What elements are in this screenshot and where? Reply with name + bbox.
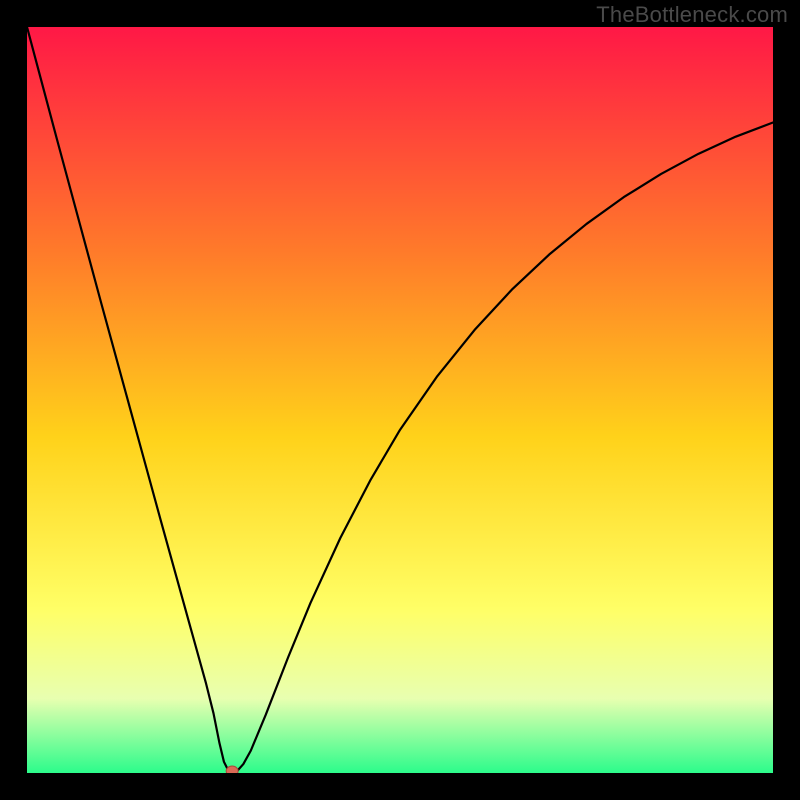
chart-svg <box>27 27 773 773</box>
gradient-background <box>27 27 773 773</box>
chart-outer-frame: TheBottleneck.com <box>0 0 800 800</box>
watermark-text: TheBottleneck.com <box>596 2 788 28</box>
optimal-point-marker <box>226 766 238 773</box>
plot-area <box>27 27 773 773</box>
